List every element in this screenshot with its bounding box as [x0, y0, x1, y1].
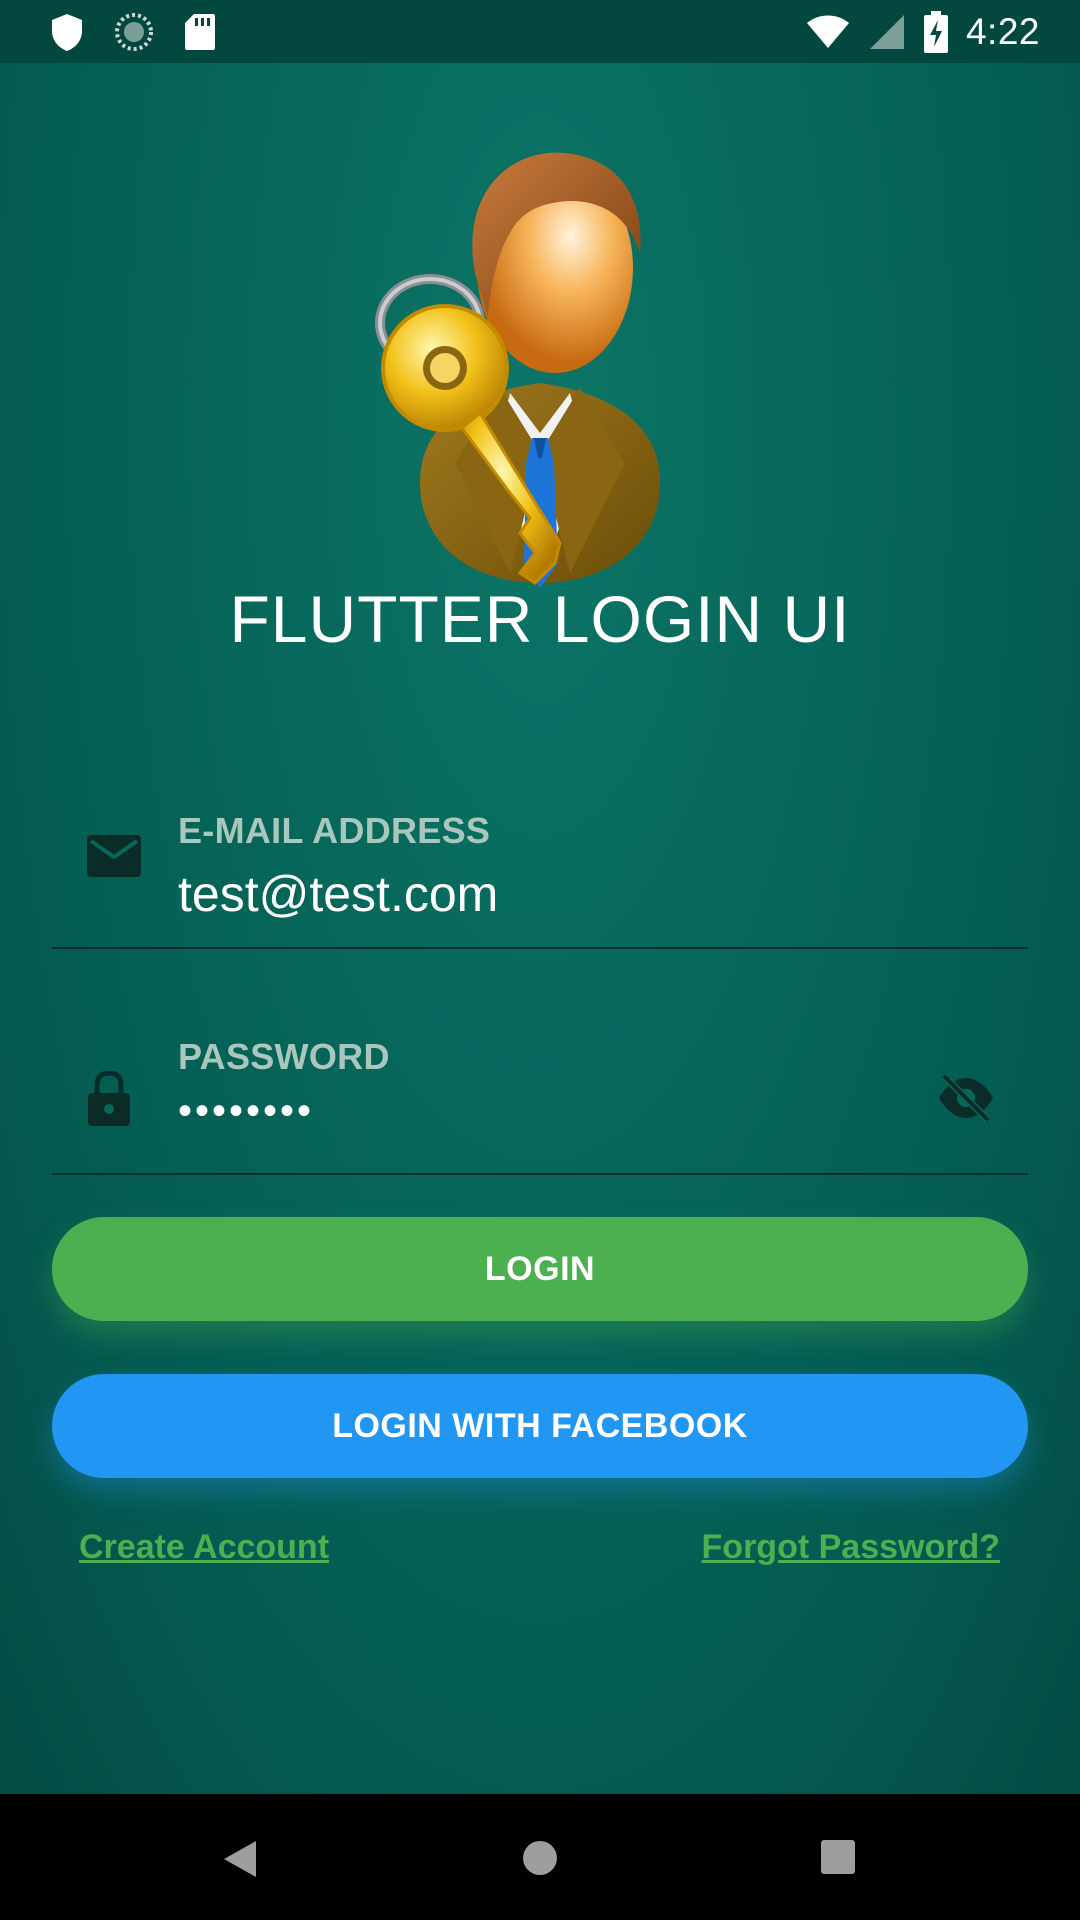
sd-card-icon: [185, 13, 215, 50]
mail-icon: [87, 835, 141, 877]
login-with-facebook-button[interactable]: LOGIN WITH FACEBOOK: [52, 1374, 1028, 1478]
visibility-off-icon[interactable]: [936, 1073, 996, 1123]
home-icon[interactable]: [521, 1839, 559, 1877]
password-field[interactable]: PASSWORD ••••••••: [52, 961, 1028, 1175]
lock-icon: [88, 1071, 130, 1126]
login-button[interactable]: LOGIN: [52, 1217, 1028, 1321]
phone-screen: 4:22 FLUTTER LOGIN UI E-MAIL ADDRESS tes…: [0, 0, 1080, 1920]
email-field[interactable]: E-MAIL ADDRESS test@test.com: [52, 735, 1028, 949]
status-left-icons: [50, 12, 246, 52]
create-account-link[interactable]: Create Account: [79, 1528, 329, 1567]
email-input[interactable]: test@test.com: [178, 865, 498, 923]
password-input[interactable]: ••••••••: [178, 1089, 314, 1134]
battery-charging-icon: [923, 10, 948, 53]
status-right-icons: 4:22: [788, 10, 1040, 53]
signal-icon: [869, 14, 904, 49]
password-label: PASSWORD: [178, 1036, 390, 1077]
back-icon[interactable]: [222, 1839, 258, 1879]
navigation-bar: [0, 1794, 1080, 1920]
shield-icon: [52, 13, 82, 51]
app-title: FLUTTER LOGIN UI: [229, 582, 851, 656]
user-key-logo: [375, 152, 660, 588]
login-screen: FLUTTER LOGIN UI E-MAIL ADDRESS test@tes…: [0, 63, 1080, 1794]
wifi-icon: [806, 15, 849, 48]
status-bar: 4:22: [0, 0, 1080, 63]
sync-icon: [115, 12, 153, 51]
recents-icon[interactable]: [820, 1839, 856, 1875]
forgot-password-link[interactable]: Forgot Password?: [702, 1528, 1000, 1567]
status-time: 4:22: [965, 10, 1040, 52]
email-label: E-MAIL ADDRESS: [178, 810, 491, 851]
